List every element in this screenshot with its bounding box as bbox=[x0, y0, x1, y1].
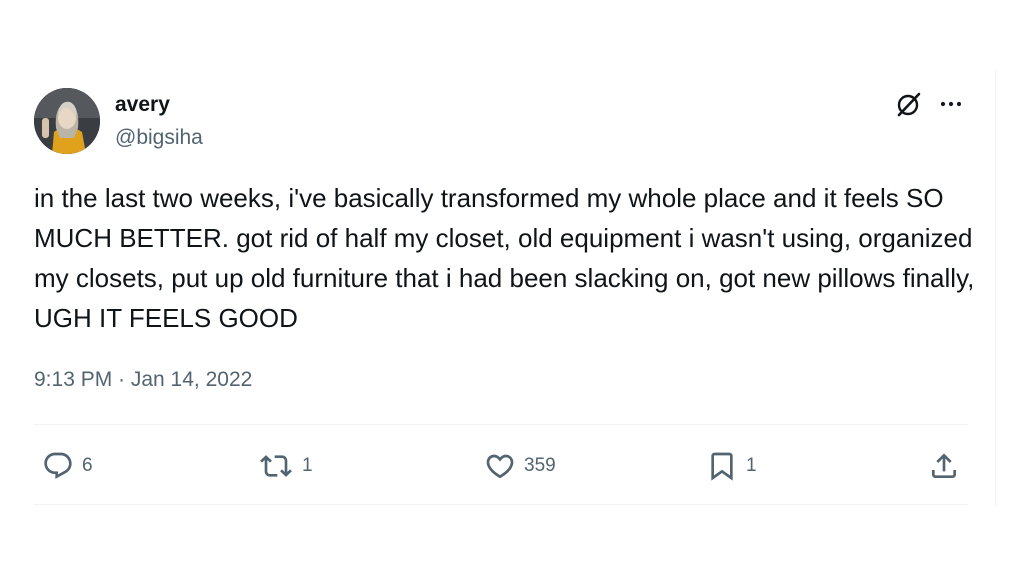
reply-icon bbox=[44, 452, 72, 479]
avatar-image bbox=[34, 88, 100, 154]
top-actions bbox=[895, 90, 963, 118]
like-count: 359 bbox=[524, 455, 556, 476]
bookmark-icon bbox=[711, 452, 733, 481]
reply-button[interactable]: 6 bbox=[42, 450, 93, 482]
timestamp[interactable]: 9:13 PM · Jan 14, 2022 bbox=[34, 366, 252, 394]
more-icon[interactable] bbox=[939, 92, 963, 116]
avatar[interactable] bbox=[34, 88, 100, 154]
repost-button[interactable]: 1 bbox=[258, 450, 313, 482]
share-button[interactable] bbox=[928, 450, 960, 482]
like-icon bbox=[486, 454, 514, 479]
grok-icon[interactable] bbox=[895, 90, 923, 118]
handle[interactable]: @bigsiha bbox=[115, 126, 203, 150]
display-name[interactable]: avery bbox=[115, 93, 170, 117]
bookmark-count: 1 bbox=[746, 455, 757, 476]
tweet-text: in the last two weeks, i've basically tr… bbox=[34, 183, 982, 333]
column-border bbox=[995, 70, 996, 506]
reply-count: 6 bbox=[82, 455, 93, 476]
share-icon bbox=[932, 453, 956, 478]
repost-count: 1 bbox=[302, 455, 313, 476]
divider bbox=[34, 504, 968, 505]
bookmark-button[interactable]: 1 bbox=[706, 450, 757, 482]
like-button[interactable]: 359 bbox=[484, 450, 556, 482]
tweet-card: avery @bigsiha in the last two weeks, i'… bbox=[0, 0, 1024, 576]
repost-icon bbox=[260, 455, 292, 477]
divider bbox=[34, 424, 968, 425]
